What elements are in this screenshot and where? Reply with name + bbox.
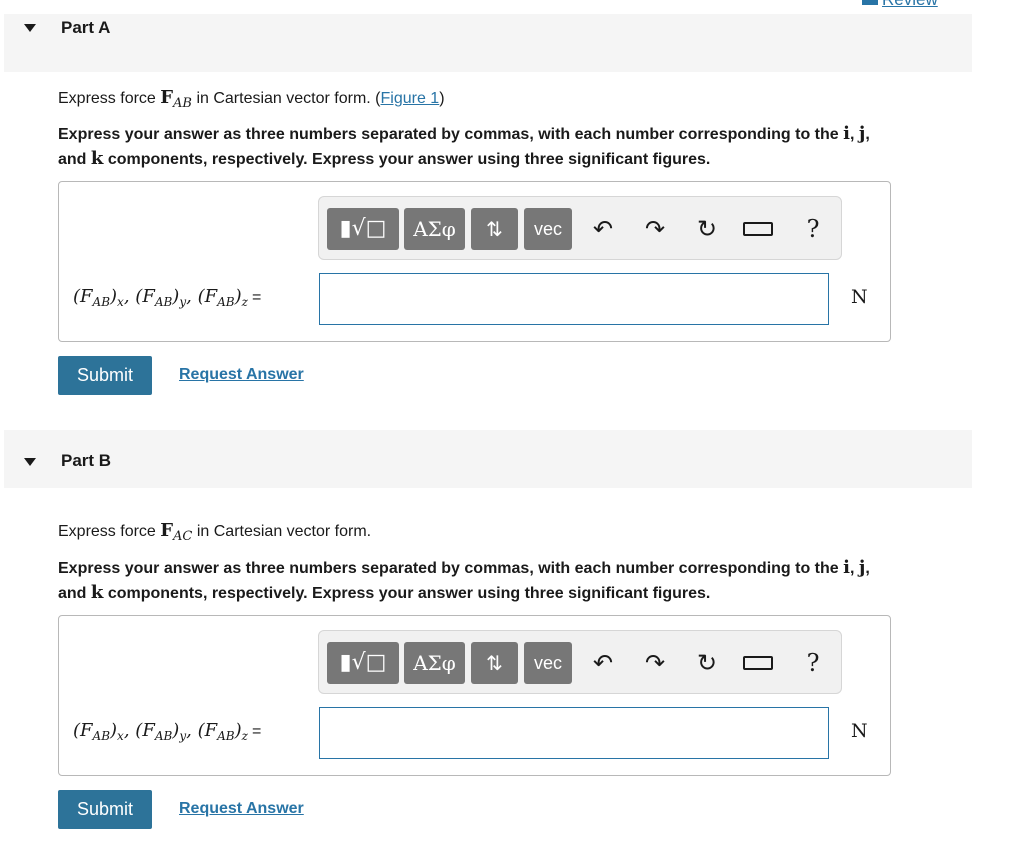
- help-icon[interactable]: ?: [795, 642, 831, 684]
- part-b-answer-box: ▮√□ ΑΣφ ⇅ vec ↶ ↷ ↻ ? (FAB)x, (FAB)y, (F…: [58, 615, 891, 776]
- part-b-instructions: Express your answer as three numbers sep…: [58, 557, 870, 603]
- keyboard-icon[interactable]: [743, 222, 773, 236]
- help-icon[interactable]: ?: [795, 208, 831, 250]
- request-answer-link[interactable]: Request Answer: [179, 800, 304, 818]
- part-a-instructions: Express your answer as three numbers sep…: [58, 123, 870, 169]
- templates-button[interactable]: ▮√□: [327, 208, 399, 250]
- book-icon: [862, 0, 878, 5]
- answer-input[interactable]: [319, 707, 829, 759]
- part-b-prompt: Express force FAC in Cartesian vector fo…: [58, 520, 372, 544]
- caret-down-icon[interactable]: [24, 24, 36, 32]
- arrows-button[interactable]: ⇅: [471, 208, 518, 250]
- part-b-header[interactable]: [4, 430, 972, 488]
- unit-label: N: [851, 286, 868, 308]
- part-a-title: Part A: [61, 18, 111, 37]
- math-toolbar: ▮√□ ΑΣφ ⇅ vec ↶ ↷ ↻ ?: [318, 630, 842, 694]
- answer-label: (FAB)x, (FAB)y, (FAB)z =: [73, 720, 262, 743]
- undo-icon[interactable]: ↶: [585, 642, 621, 684]
- figure-link[interactable]: Figure 1: [381, 90, 440, 107]
- part-b-title: Part B: [61, 451, 112, 470]
- part-a-prompt: Express force FAB in Cartesian vector fo…: [58, 87, 445, 111]
- unit-label: N: [851, 720, 868, 742]
- undo-icon[interactable]: ↶: [585, 208, 621, 250]
- reset-icon[interactable]: ↻: [689, 208, 725, 250]
- page: Review Part A Express force FAB in Carte…: [0, 0, 1024, 864]
- submit-button[interactable]: Submit: [58, 790, 152, 829]
- part-a-answer-box: ▮√□ ΑΣφ ⇅ vec ↶ ↷ ↻ ? (FAB)x, (FAB)y, (F…: [58, 181, 891, 342]
- answer-input[interactable]: [319, 273, 829, 325]
- caret-down-icon[interactable]: [24, 458, 36, 466]
- submit-button[interactable]: Submit: [58, 356, 152, 395]
- greek-symbols-button[interactable]: ΑΣφ: [404, 208, 465, 250]
- reset-icon[interactable]: ↻: [689, 642, 725, 684]
- math-toolbar: ▮√□ ΑΣφ ⇅ vec ↶ ↷ ↻ ?: [318, 196, 842, 260]
- arrows-button[interactable]: ⇅: [471, 642, 518, 684]
- redo-icon[interactable]: ↷: [637, 642, 673, 684]
- redo-icon[interactable]: ↷: [637, 208, 673, 250]
- request-answer-link[interactable]: Request Answer: [179, 366, 304, 384]
- answer-label: (FAB)x, (FAB)y, (FAB)z =: [73, 286, 262, 309]
- keyboard-icon[interactable]: [743, 656, 773, 670]
- vector-button[interactable]: vec: [524, 642, 572, 684]
- vector-button[interactable]: vec: [524, 208, 572, 250]
- part-a-header[interactable]: [4, 14, 972, 72]
- review-link[interactable]: Review: [862, 0, 938, 10]
- greek-symbols-button[interactable]: ΑΣφ: [404, 642, 465, 684]
- templates-button[interactable]: ▮√□: [327, 642, 399, 684]
